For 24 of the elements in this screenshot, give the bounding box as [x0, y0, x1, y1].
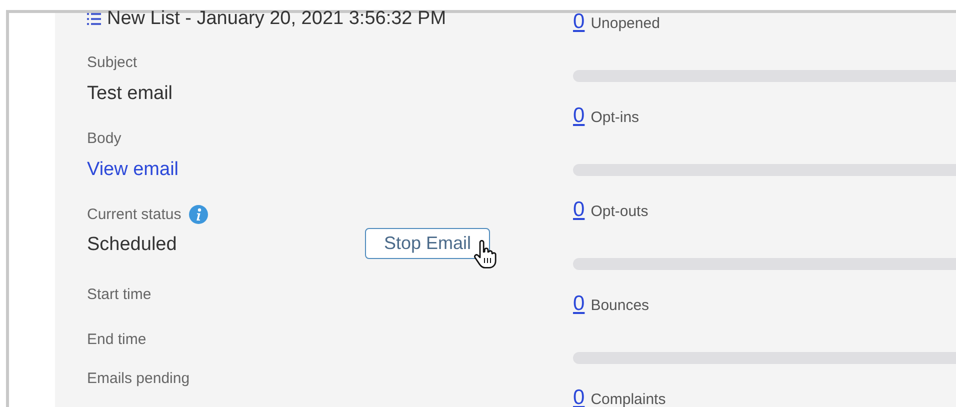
- stat-label: Complaints: [590, 391, 666, 407]
- stat-label: Opt-ins: [590, 109, 640, 126]
- field-label: Emails pending: [87, 370, 190, 387]
- stat-count-link[interactable]: 0: [573, 386, 585, 407]
- stat-count-link[interactable]: 0: [573, 104, 585, 128]
- field-label: Subject: [87, 54, 138, 71]
- stop-email-button[interactable]: Stop Email: [365, 228, 490, 259]
- stat-label: Bounces: [590, 297, 650, 314]
- field-label: Start time: [87, 286, 152, 303]
- stat-count-link[interactable]: 0: [573, 10, 585, 34]
- stat-label: Unopened: [590, 15, 660, 32]
- field-label: Current status: [87, 206, 182, 223]
- field-label: Body: [87, 130, 122, 147]
- list-icon: [87, 13, 101, 25]
- info-icon[interactable]: [189, 205, 208, 224]
- view-email-link[interactable]: View email: [87, 159, 179, 181]
- list-name: New List - January 20, 2021 3:56:32 PM: [107, 8, 446, 30]
- hand-cursor-icon: [473, 240, 497, 270]
- stat-count-link[interactable]: 0: [573, 292, 585, 316]
- stat-count-link[interactable]: 0: [573, 198, 585, 222]
- field-label: End time: [87, 331, 146, 348]
- subject-value: Test email: [87, 83, 173, 105]
- stat-label: Opt-outs: [590, 203, 648, 220]
- status-value: Scheduled: [87, 234, 178, 256]
